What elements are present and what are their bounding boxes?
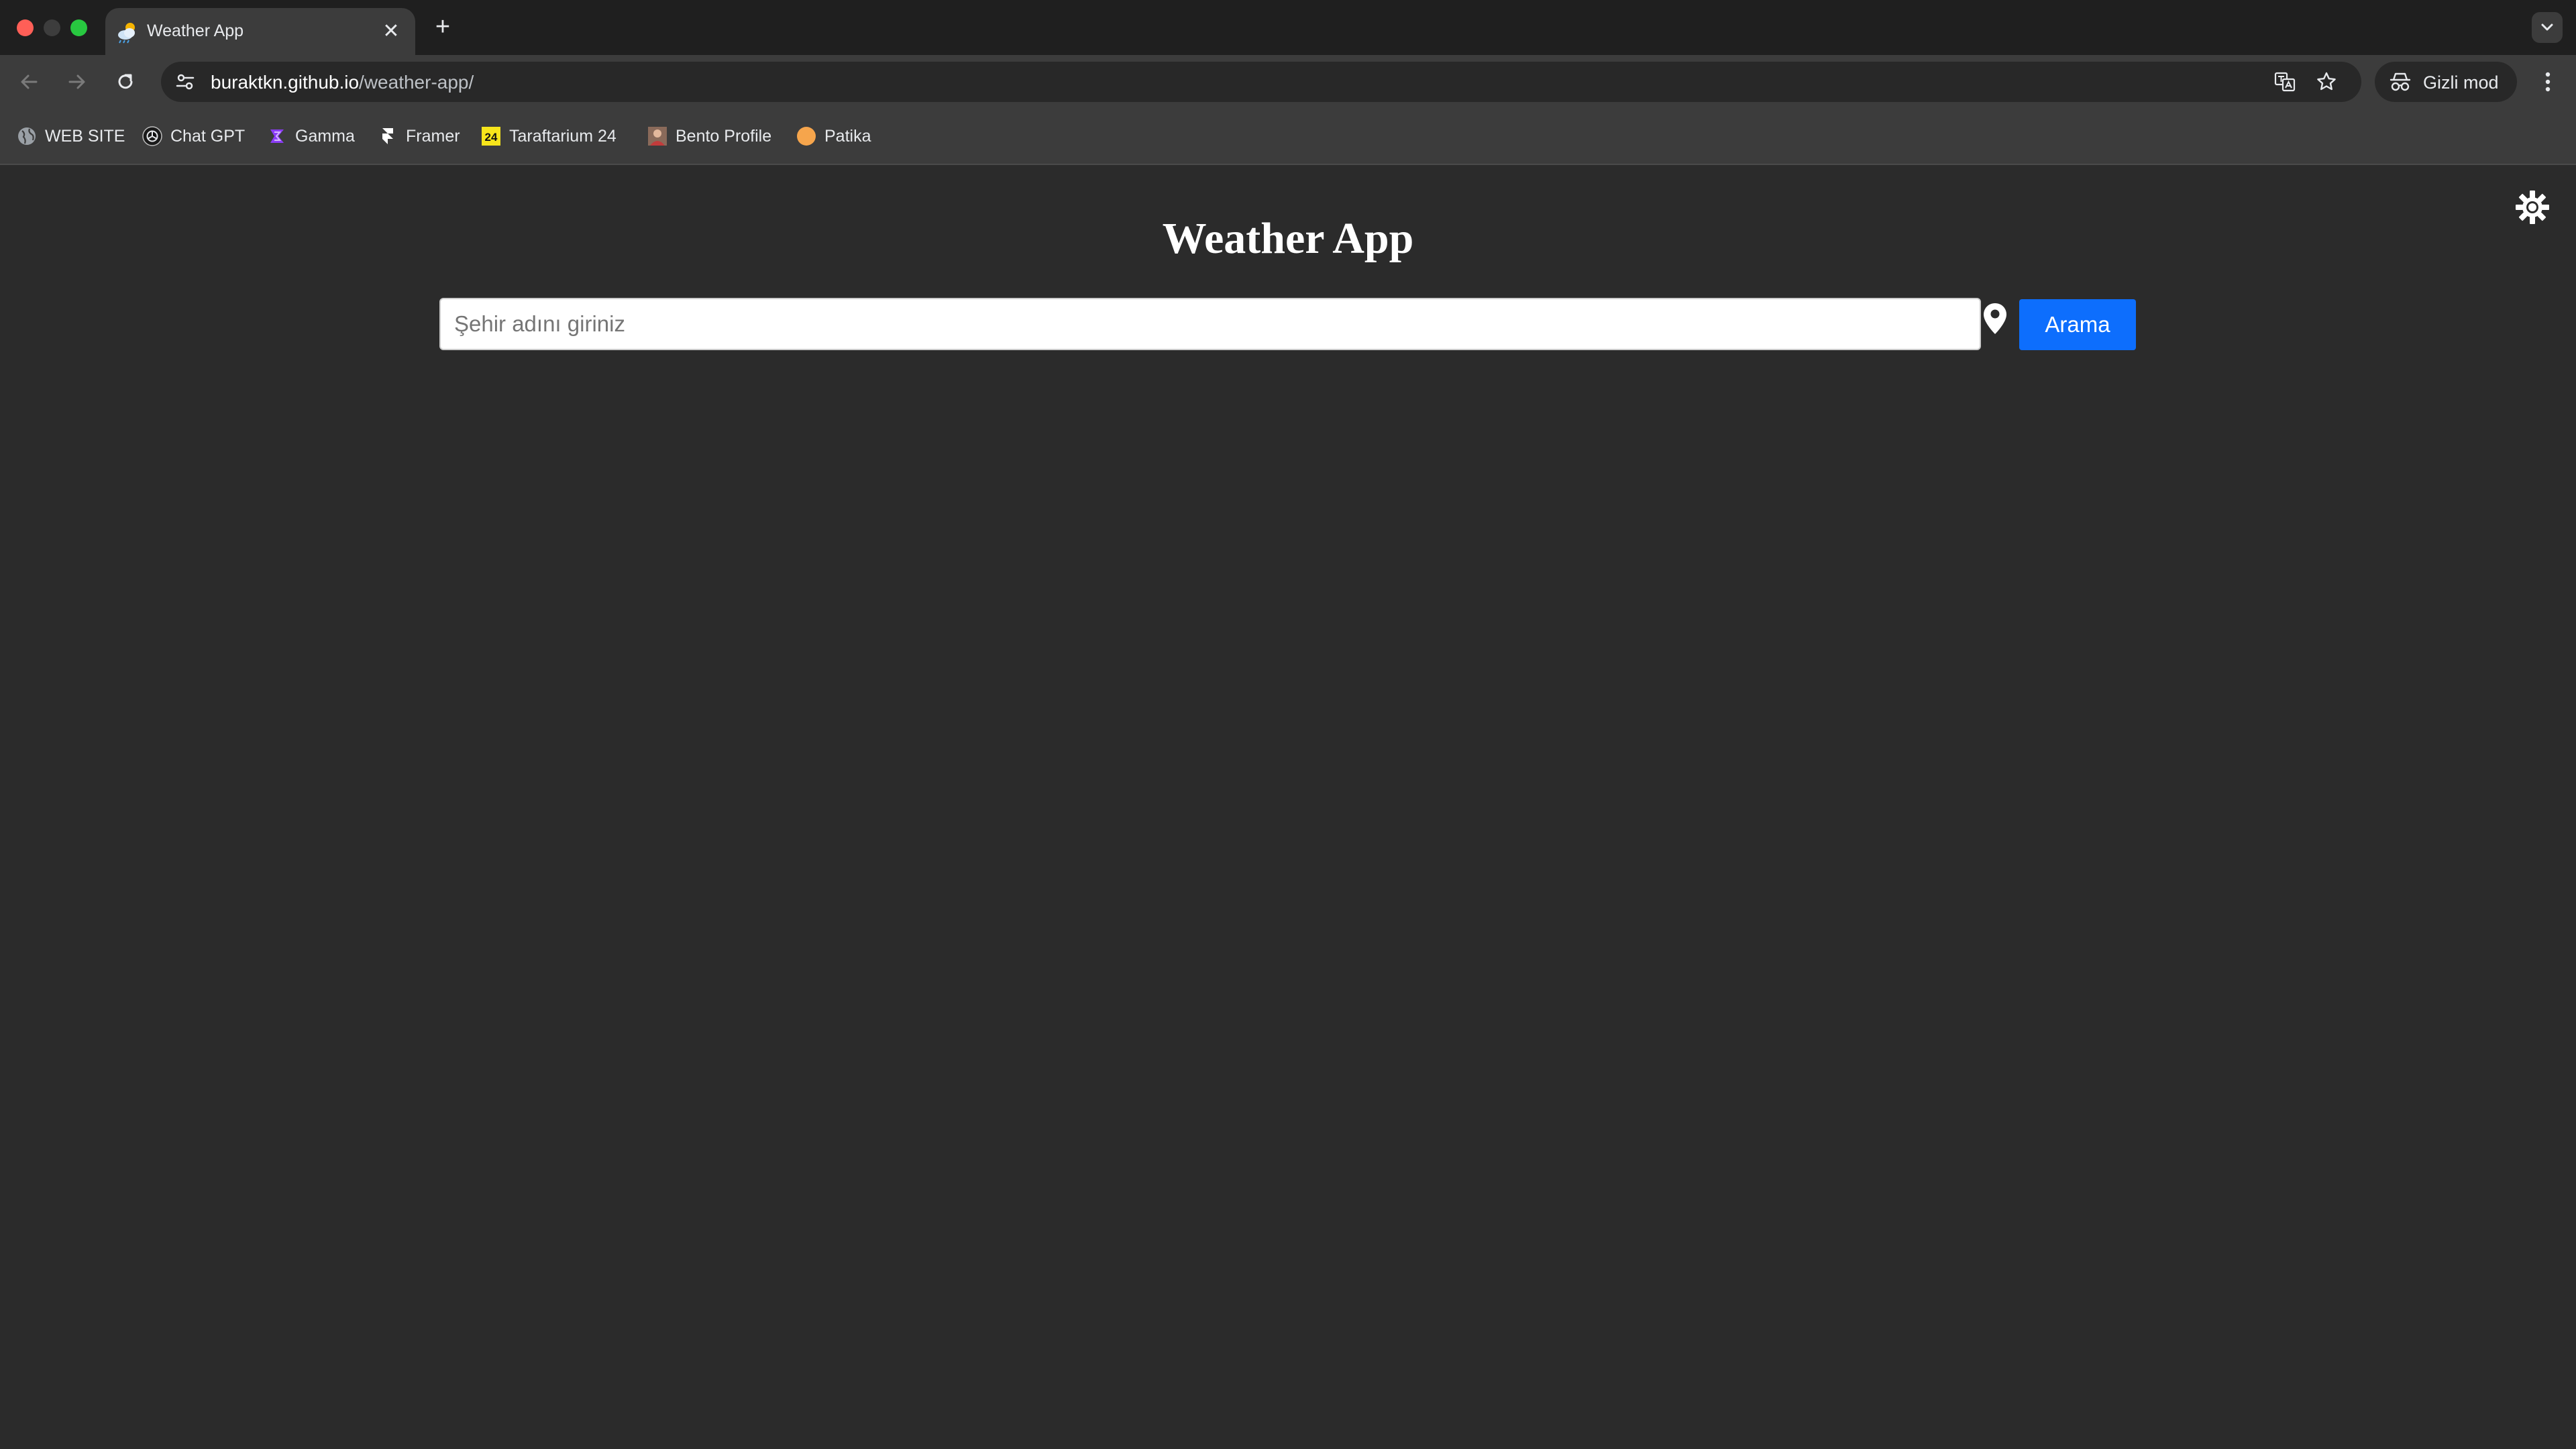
tab-search-button[interactable]	[2532, 12, 2563, 43]
weather-cloud-sun-icon	[118, 23, 135, 44]
page-title: Weather App	[1162, 214, 1414, 263]
bookmark-label: Taraftarium 24	[509, 126, 616, 146]
chevron-down-icon	[2541, 23, 2553, 31]
browser-toolbar: buraktkn.github.io/weather-app/ Gizli mo…	[0, 55, 2576, 109]
window-close-button[interactable]	[17, 19, 34, 36]
gamma-icon	[270, 129, 284, 143]
window-maximize-button[interactable]	[70, 19, 87, 36]
bookmark-framer[interactable]: Framer	[377, 123, 460, 150]
reload-icon[interactable]	[112, 68, 139, 95]
window-minimize-button[interactable]	[44, 19, 60, 36]
tab-strip: Weather App ✕ +	[0, 0, 2576, 55]
site-settings-icon[interactable]	[173, 70, 197, 94]
incognito-icon	[2390, 72, 2411, 91]
incognito-profile-button[interactable]: Gizli mod	[2375, 62, 2517, 102]
globe-icon	[18, 127, 36, 145]
translate-icon[interactable]	[2273, 70, 2297, 94]
address-bar[interactable]: buraktkn.github.io/weather-app/	[161, 62, 2361, 102]
bookmark-label: Patika	[824, 126, 871, 146]
bookmark-star-icon[interactable]	[2314, 70, 2339, 94]
city-search-input[interactable]	[439, 298, 1981, 350]
chatgpt-icon	[142, 126, 162, 146]
url-host: buraktkn.github.io	[211, 72, 360, 93]
tab-weather-app[interactable]: Weather App ✕	[105, 8, 415, 55]
bookmark-label: Bento Profile	[676, 126, 772, 146]
bookmark-label: Gamma	[295, 126, 355, 146]
taraftarium-icon: 24	[482, 127, 500, 146]
more-menu-icon[interactable]	[2533, 67, 2563, 97]
tab-title: Weather App	[147, 21, 244, 40]
bookmark-label: WEB SITE	[45, 126, 125, 146]
tab-close-icon[interactable]: ✕	[379, 19, 403, 44]
bookmark-label: Chat GPT	[170, 126, 246, 146]
patika-icon	[797, 127, 816, 146]
bookmark-bento-profile[interactable]: Bento Profile	[647, 123, 771, 150]
bookmark-patika[interactable]: Patika	[796, 123, 871, 150]
location-pin-icon[interactable]	[1980, 301, 2010, 341]
bookmarks-bar: WEB SITE Chat GPT Gamma Framer 24 Taraft…	[0, 109, 2576, 165]
svg-text:24: 24	[485, 131, 498, 144]
incognito-label: Gizli mod	[2423, 72, 2499, 93]
forward-arrow-icon[interactable]	[63, 68, 90, 95]
url-path: /weather-app/	[359, 72, 474, 93]
framer-icon	[382, 128, 393, 144]
bento-icon	[648, 127, 667, 146]
back-arrow-icon[interactable]	[16, 68, 43, 95]
bookmark-gamma[interactable]: Gamma	[266, 123, 355, 150]
bookmark-chat-gpt[interactable]: Chat GPT	[142, 123, 245, 150]
url-text[interactable]: buraktkn.github.io/weather-app/	[211, 72, 474, 93]
search-button[interactable]: Arama	[2019, 299, 2136, 350]
bookmark-web-site[interactable]: WEB SITE	[16, 123, 125, 150]
bookmark-label: Framer	[406, 126, 460, 146]
bookmark-taraftarium-24[interactable]: 24 Taraftarium 24	[480, 123, 616, 150]
new-tab-button[interactable]: +	[429, 13, 456, 40]
